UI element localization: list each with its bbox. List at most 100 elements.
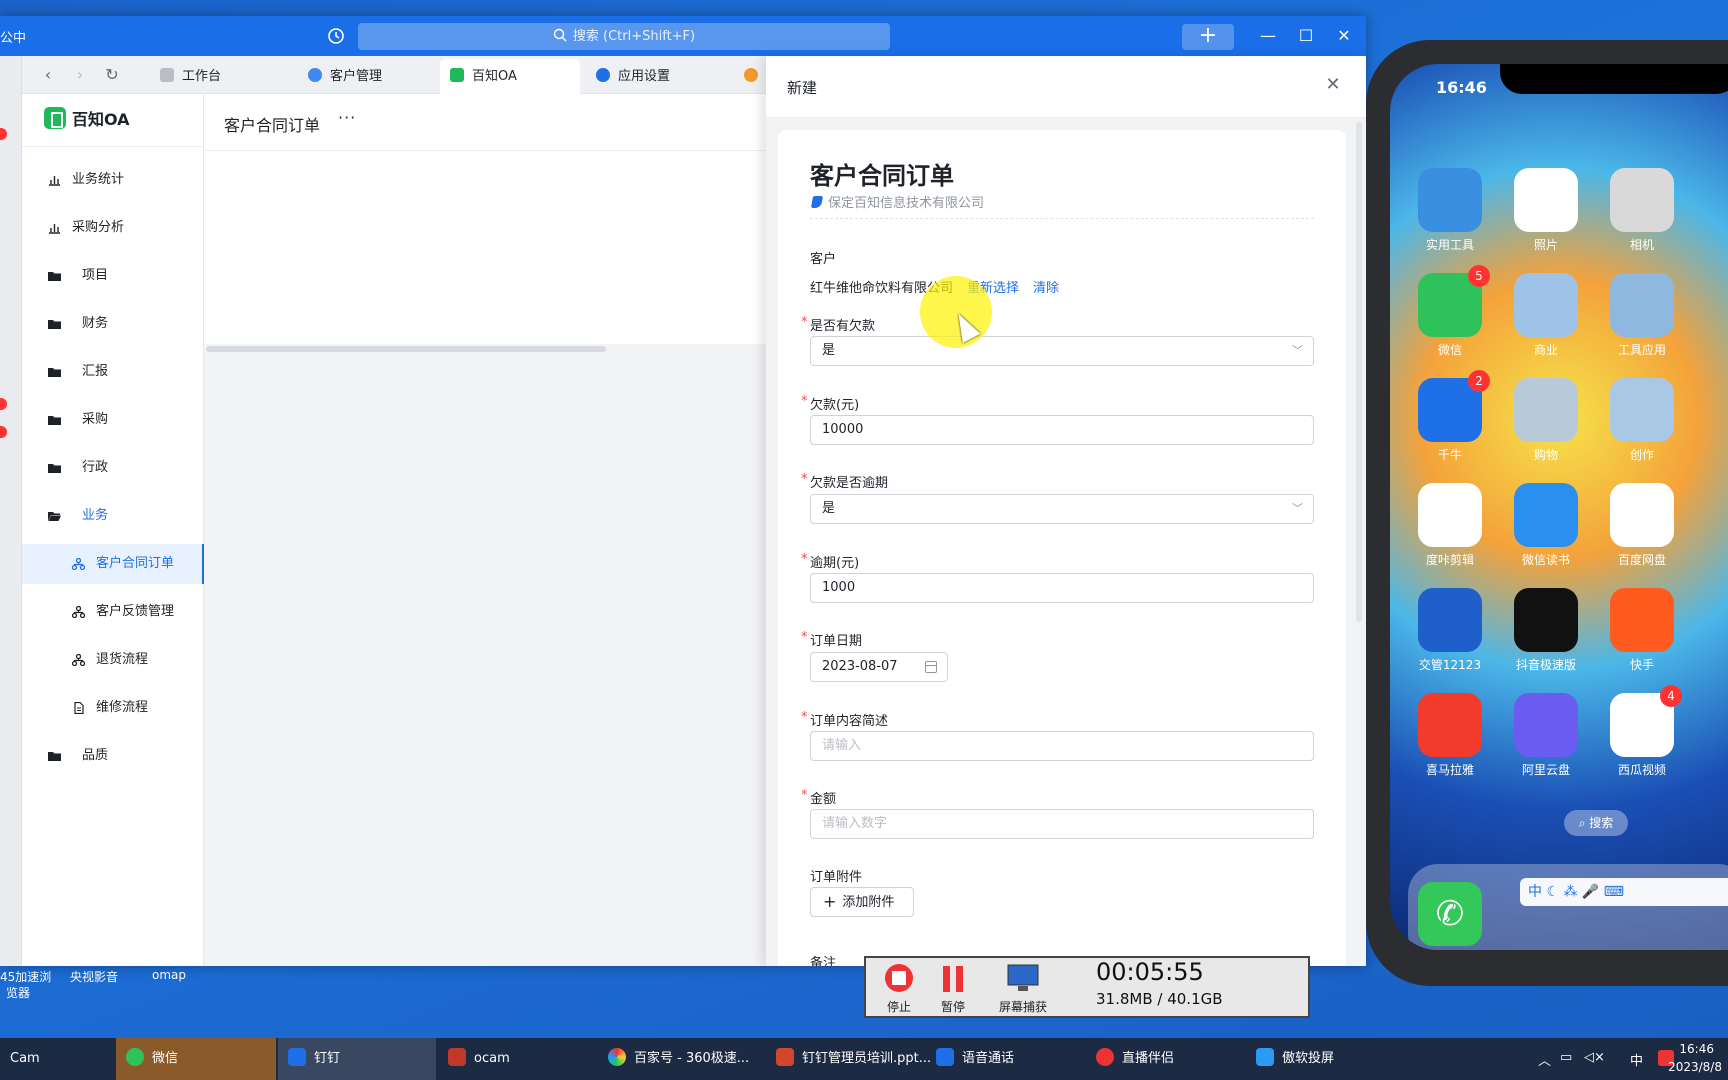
sidebar-item-business-stats[interactable]: 业务统计 <box>22 160 204 200</box>
required-mark: * <box>801 552 808 567</box>
phone-app[interactable]: 百度网盘 <box>1610 483 1674 568</box>
tab-baizhi-oa[interactable]: 百知OA <box>440 59 580 94</box>
amount-owed-input[interactable]: 10000 <box>810 415 1314 445</box>
taskbar-item-browser[interactable]: 百家号 - 360极速... <box>598 1038 766 1080</box>
sidebar-item-label: 财务 <box>82 316 109 331</box>
taskbar-item-screen-mirror[interactable]: 傲软投屏 <box>1246 1038 1406 1080</box>
sidebar: 百知OA 业务统计 采购分析 项目 财务 汇报 采购 行政 业务 客户合同订单 … <box>22 94 204 966</box>
volume-icon[interactable]: ◁× <box>1584 1050 1605 1065</box>
clock-time[interactable]: 16:46 <box>1679 1042 1714 1056</box>
sidebar-item-quality[interactable]: 品质 <box>22 736 204 776</box>
sidebar-item-customer-contract-orders[interactable]: 客户合同订单 <box>22 544 204 584</box>
desktop-icon-label[interactable]: 央视影音 <box>70 968 118 985</box>
taskbar-item-ocam[interactable]: ocam <box>438 1038 598 1080</box>
app-label: 交管12123 <box>1418 658 1482 672</box>
ime-toolbar[interactable]: 中 ☾ ⁂ 🎤 ⌨ <box>1520 878 1728 906</box>
forward-icon[interactable]: › <box>70 65 90 85</box>
tab-app-settings[interactable]: 应用设置 <box>586 59 680 94</box>
sidebar-item-reports[interactable]: 汇报 <box>22 352 204 392</box>
close-window-icon[interactable]: ✕ <box>1332 24 1356 48</box>
desktop-icon-label[interactable]: omap <box>152 968 186 982</box>
history-icon[interactable] <box>326 26 346 46</box>
money-input[interactable]: 请输入数字 <box>810 809 1314 839</box>
sidebar-item-purchase-analysis[interactable]: 采购分析 <box>22 208 204 248</box>
new-record-drawer: 新建 ✕ 客户合同订单 保定百知信息技术有限公司 客户 红牛维他命饮料有限公司重… <box>766 56 1366 966</box>
clock-date[interactable]: 2023/8/8 <box>1668 1060 1722 1074</box>
tab-workbench[interactable]: 工作台 <box>150 59 231 94</box>
page-title: 客户合同订单 <box>224 116 321 135</box>
network-icon[interactable]: ▭ <box>1560 1050 1572 1065</box>
phone-app[interactable]: 照片 <box>1514 168 1578 253</box>
taskbar-item-cam[interactable]: Cam <box>0 1038 116 1080</box>
maximize-icon[interactable]: ☐ <box>1294 24 1318 48</box>
attachment-label: 订单附件 <box>810 866 862 885</box>
calendar-icon <box>925 661 937 673</box>
clear-link[interactable]: 清除 <box>1033 281 1059 296</box>
debt-select[interactable]: 是 ﹀ <box>810 336 1314 366</box>
ime-indicator[interactable]: 中 <box>1630 1050 1643 1069</box>
scrollbar-thumb[interactable] <box>206 346 606 352</box>
sidebar-item-business[interactable]: 业务 <box>22 496 204 536</box>
pause-icon <box>943 966 963 992</box>
phone-app[interactable]: 度咔剪辑 <box>1418 483 1482 568</box>
vertical-scrollbar[interactable] <box>1356 122 1362 622</box>
more-icon[interactable]: ··· <box>338 108 356 127</box>
date-value: 2023-08-07 <box>822 659 898 674</box>
back-icon[interactable]: ‹ <box>38 65 58 85</box>
sidebar-item-repairs[interactable]: 维修流程 <box>22 688 204 728</box>
organization-name: 保定百知信息技术有限公司 <box>828 196 985 211</box>
minimize-icon[interactable]: — <box>1256 24 1280 48</box>
taskbar: Cam 微信 钉钉 ocam 百家号 - 360极速... 钉钉管理员培训.pp… <box>0 1038 1728 1080</box>
phone-app[interactable]: 购物 <box>1514 378 1578 463</box>
desktop-icon-label[interactable]: 45加速浏 <box>0 968 51 985</box>
overdue-amount-input[interactable]: 1000 <box>810 573 1314 603</box>
phone-app[interactable]: 相机 <box>1610 168 1674 253</box>
taskbar-item-ppt[interactable]: 钉钉管理员培训.ppt... <box>766 1038 931 1080</box>
phone-app[interactable]: 4 西瓜视频 <box>1610 685 1682 778</box>
sidebar-item-admin[interactable]: 行政 <box>22 448 204 488</box>
phone-app[interactable]: 创作 <box>1610 378 1674 463</box>
add-button[interactable]: + <box>1182 24 1234 50</box>
phone-app[interactable]: 商业 <box>1514 273 1578 358</box>
sidebar-item-returns[interactable]: 退货流程 <box>22 640 204 680</box>
sidebar-item-projects[interactable]: 项目 <box>22 256 204 296</box>
phone-call-icon[interactable]: ✆ <box>1418 882 1482 946</box>
phone-app[interactable]: 喜马拉雅 <box>1418 693 1482 778</box>
summary-input[interactable]: 请输入 <box>810 731 1314 761</box>
tab-customer-management[interactable]: 客户管理 <box>298 59 392 94</box>
refresh-icon[interactable]: ↻ <box>102 65 122 85</box>
stop-button[interactable]: 停止 <box>874 960 924 1016</box>
sidebar-item-finance[interactable]: 财务 <box>22 304 204 344</box>
phone-search-button[interactable]: ⌕ 搜索 <box>1564 810 1628 836</box>
add-attachment-button[interactable]: + 添加附件 <box>810 887 914 917</box>
sidebar-item-purchasing[interactable]: 采购 <box>22 400 204 440</box>
drawer-header: 新建 ✕ <box>766 56 1366 118</box>
required-mark: * <box>801 394 808 409</box>
sidebar-item-customer-feedback[interactable]: 客户反馈管理 <box>22 592 204 632</box>
taskbar-item-voice-call[interactable]: 语音通话 <box>926 1038 1086 1080</box>
desktop-icon-labels: 45加速浏 览器 央视影音 omap <box>0 968 200 1008</box>
phone-app[interactable]: 交管12123 <box>1418 588 1482 673</box>
phone-app[interactable]: 5 微信 <box>1418 265 1490 358</box>
phone-app[interactable]: 快手 <box>1610 588 1674 673</box>
phone-app[interactable]: 2 千牛 <box>1418 370 1490 463</box>
phone-app[interactable]: 阿里云盘 <box>1514 693 1578 778</box>
phone-app[interactable]: 抖音极速版 <box>1514 588 1578 673</box>
order-date-picker[interactable]: 2023-08-07 <box>810 652 948 682</box>
phone-app[interactable]: 实用工具 <box>1418 168 1482 253</box>
taskbar-item-live-companion[interactable]: 直播伴侣 <box>1086 1038 1246 1080</box>
app-icon <box>1418 693 1482 757</box>
taskbar-item-wechat[interactable]: 微信 <box>116 1038 276 1080</box>
screen-capture-button[interactable]: 屏幕捕获 <box>988 960 1058 1016</box>
live-icon <box>1096 1048 1114 1066</box>
pause-button[interactable]: 暂停 <box>928 960 978 1016</box>
close-icon[interactable]: ✕ <box>1320 72 1346 98</box>
chevron-up-icon[interactable]: ︿ <box>1538 1050 1551 1069</box>
required-mark: * <box>801 315 808 330</box>
global-search-input[interactable]: 搜索 (Ctrl+Shift+F) <box>358 23 890 50</box>
overdue-select[interactable]: 是 ﹀ <box>810 494 1314 524</box>
desktop-icon-label[interactable]: 览器 <box>6 984 30 1001</box>
phone-app[interactable]: 微信读书 <box>1514 483 1578 568</box>
phone-app[interactable]: 工具应用 <box>1610 273 1674 358</box>
taskbar-item-dingtalk[interactable]: 钉钉 <box>278 1038 436 1080</box>
